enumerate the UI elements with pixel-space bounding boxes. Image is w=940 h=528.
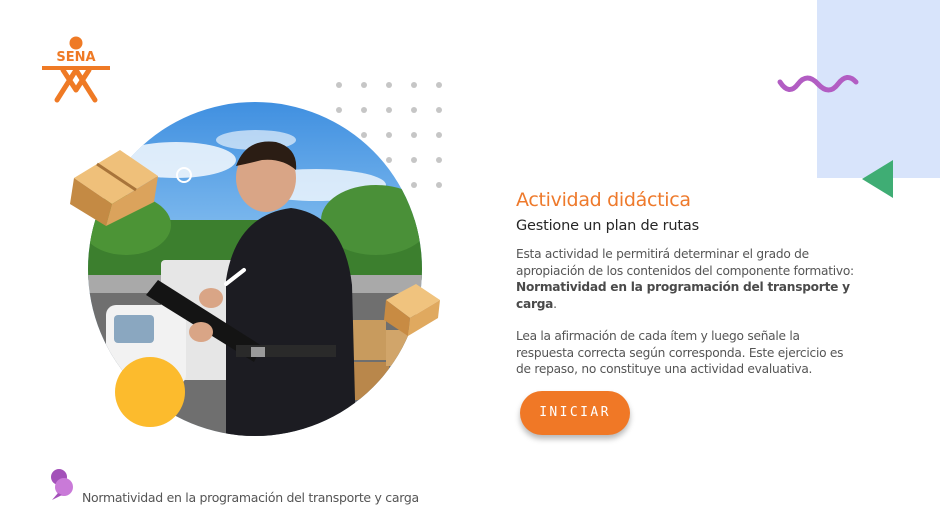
logo-text: SENA	[56, 50, 95, 65]
activity-description: Esta actividad le permitirá determinar e…	[516, 246, 861, 312]
start-button[interactable]: INICIAR	[520, 391, 630, 435]
description-intro: Esta actividad le permitirá determinar e…	[516, 247, 854, 278]
activity-info: Actividad didáctica Gestione un plan de …	[516, 188, 861, 378]
squiggle-decoration	[777, 75, 859, 93]
yellow-circle-decoration	[115, 357, 185, 427]
description-bold: Normatividad en la programación del tran…	[516, 280, 850, 311]
activity-title: Actividad didáctica	[516, 189, 691, 211]
pin-icon	[51, 469, 73, 500]
triangle-shape	[862, 160, 893, 198]
activity-instructions: Lea la afirmación de cada ítem y luego s…	[516, 329, 844, 376]
ring-decoration	[176, 167, 192, 183]
package-box-icon	[384, 284, 440, 336]
package-box-icon	[70, 150, 158, 226]
description-end: .	[553, 296, 557, 311]
activity-subtitle: Gestione un plan de rutas	[516, 218, 699, 234]
sena-logo: SENA	[42, 36, 110, 103]
footer-course-title: Normatividad en la programación del tran…	[82, 490, 419, 505]
